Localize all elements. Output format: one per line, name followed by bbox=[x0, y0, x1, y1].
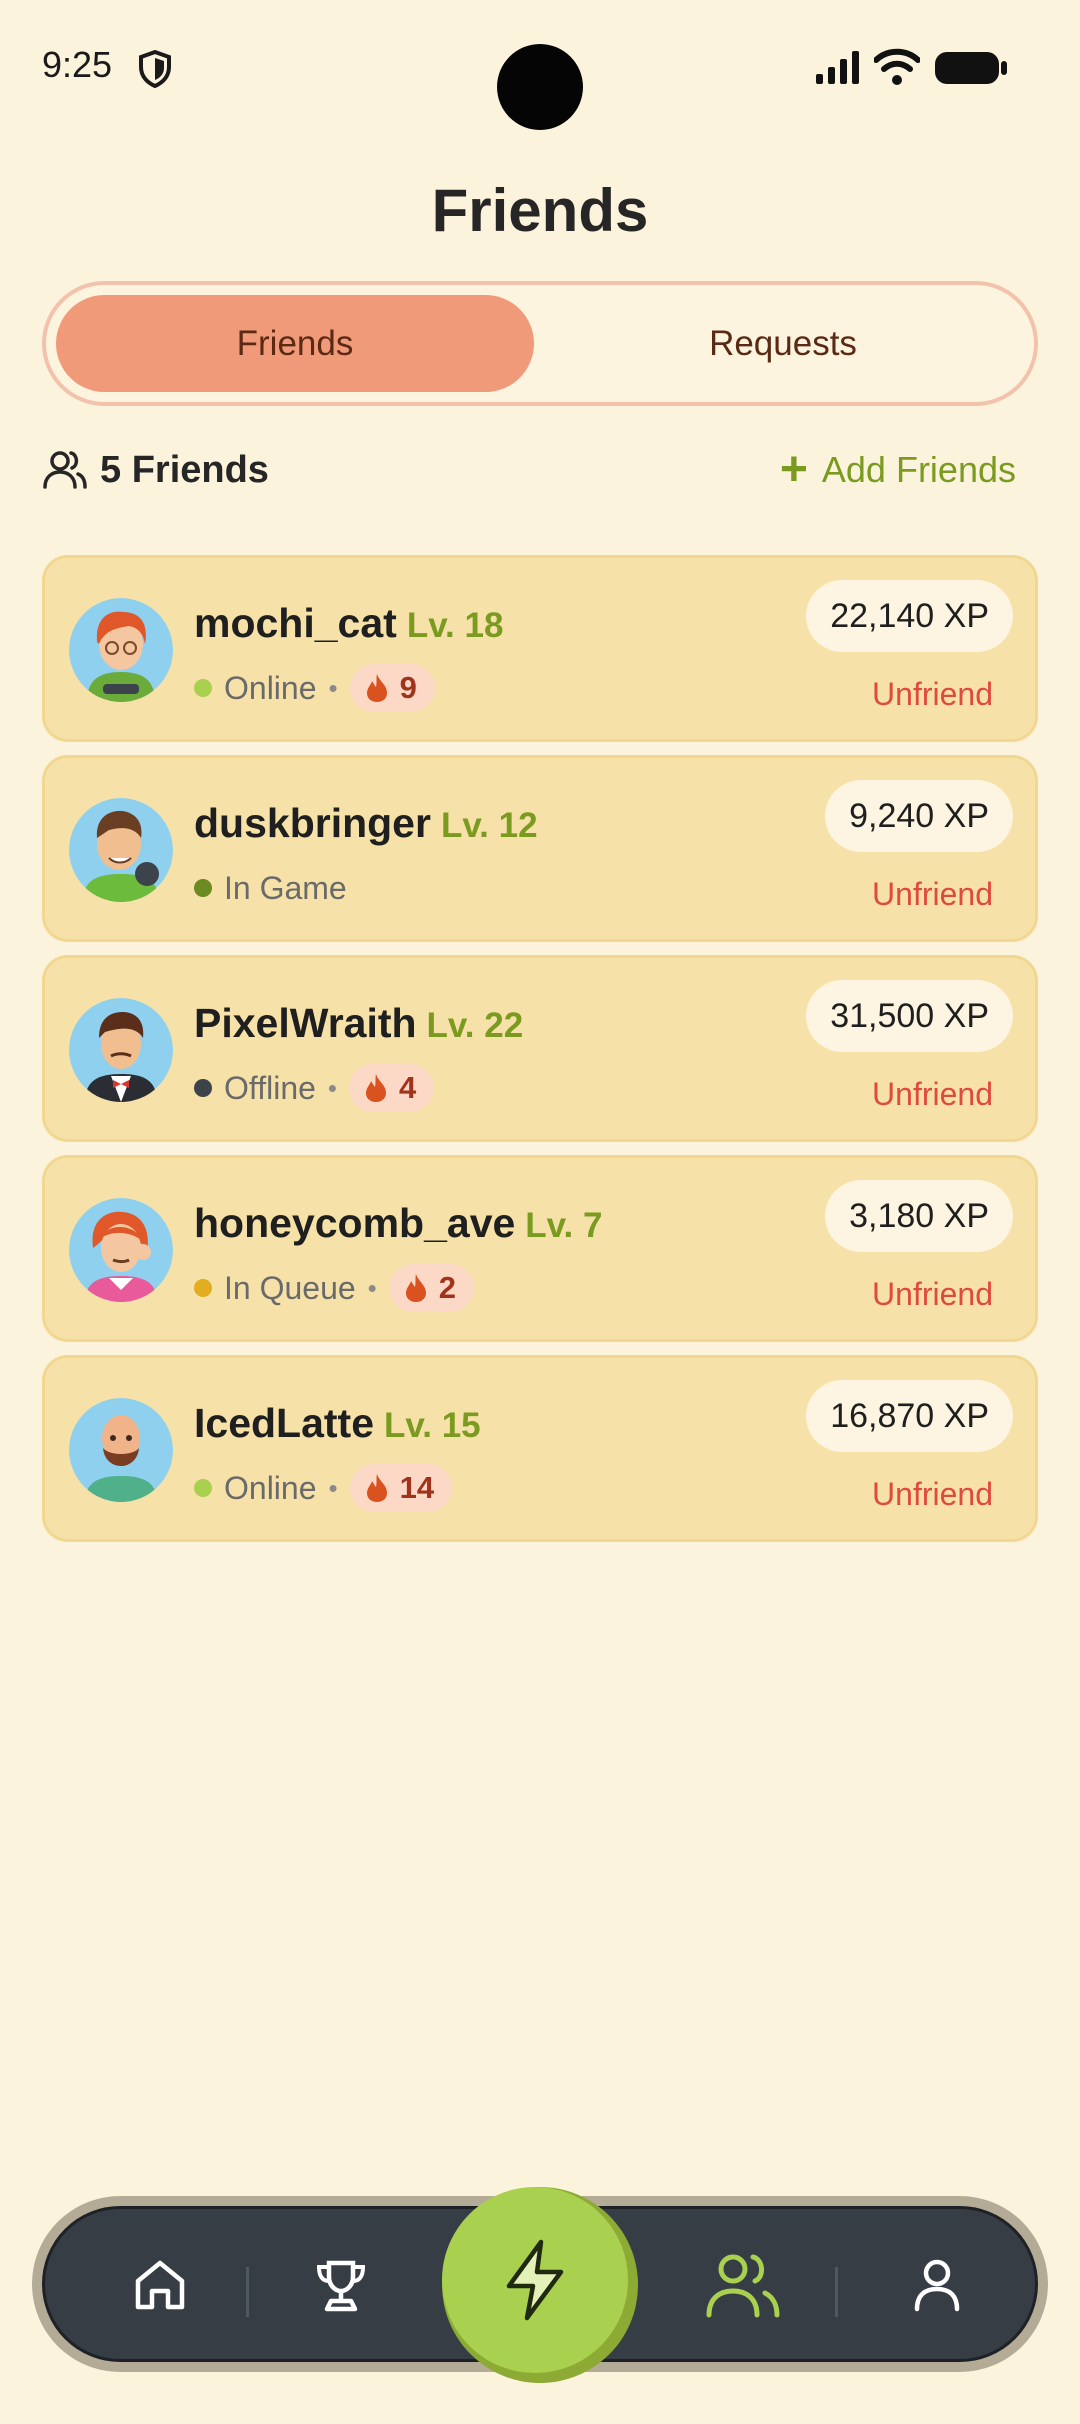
status-dot bbox=[194, 1079, 212, 1097]
streak-count: 2 bbox=[438, 1270, 457, 1305]
flame-icon bbox=[366, 1074, 387, 1102]
friend-level: Lv. 12 bbox=[440, 806, 538, 845]
avatar bbox=[69, 1198, 173, 1302]
tab-requests[interactable]: Requests bbox=[542, 295, 1024, 392]
nav-divider bbox=[246, 2267, 249, 2317]
friend-level: Lv. 7 bbox=[525, 1206, 603, 1245]
status-text: Offline bbox=[224, 1069, 316, 1106]
friend-name: duskbringer bbox=[194, 800, 431, 846]
friend-name: mochi_cat bbox=[194, 600, 397, 646]
streak-count: 9 bbox=[399, 670, 417, 705]
name-line: duskbringer Lv. 12 bbox=[194, 800, 538, 847]
play-button-face bbox=[442, 2187, 628, 2373]
streak-badge: 14 bbox=[349, 1464, 453, 1512]
streak-badge: 4 bbox=[349, 1064, 435, 1112]
streak-count: 14 bbox=[399, 1470, 435, 1505]
nav-profile[interactable] bbox=[895, 2243, 979, 2327]
avatar bbox=[69, 998, 173, 1102]
streak-badge: 2 bbox=[388, 1264, 475, 1312]
battery-icon bbox=[935, 52, 1007, 84]
status-text: In Queue bbox=[224, 1269, 356, 1306]
camera-cutout bbox=[497, 44, 583, 130]
friend-card[interactable]: PixelWraith Lv. 22 Offline • 4 31,500 XP … bbox=[42, 955, 1038, 1142]
unfriend-button[interactable]: Unfriend bbox=[872, 676, 993, 713]
page-title: Friends bbox=[431, 177, 649, 244]
friend-card[interactable]: IcedLatte Lv. 15 Online • 14 16,870 XP Un… bbox=[42, 1355, 1038, 1542]
friend-name: IcedLatte bbox=[194, 1400, 374, 1446]
streak-count: 4 bbox=[399, 1070, 417, 1105]
friends-icon bbox=[706, 2254, 780, 2318]
friends-count: 5 Friends bbox=[100, 448, 269, 491]
separator-dot: • bbox=[328, 672, 338, 703]
friend-card[interactable]: honeycomb_ave Lv. 7 In Queue • 2 3,180 XP… bbox=[42, 1155, 1038, 1342]
friend-card[interactable]: mochi_cat Lv. 18 Online • 9 22,140 XP Unf… bbox=[42, 555, 1038, 742]
friends-count-icon bbox=[43, 451, 87, 489]
status-dot bbox=[194, 679, 212, 697]
friends-summary: 5 Friends bbox=[42, 440, 269, 500]
nav-leaderboard[interactable] bbox=[299, 2243, 383, 2327]
status-dot bbox=[194, 879, 212, 897]
xp-badge: 31,500 XP bbox=[806, 980, 1013, 1052]
wifi-icon bbox=[874, 48, 920, 85]
xp-badge: 9,240 XP bbox=[825, 780, 1013, 852]
streak-badge: 9 bbox=[349, 664, 435, 712]
status-text: In Game bbox=[224, 869, 347, 906]
nav-divider bbox=[835, 2267, 838, 2317]
status-text: Online bbox=[224, 1469, 317, 1506]
avatar bbox=[69, 1398, 173, 1502]
xp-badge: 3,180 XP bbox=[825, 1180, 1013, 1252]
status-bar: 9:25 bbox=[0, 0, 1080, 140]
trophy-icon bbox=[316, 2260, 366, 2312]
name-line: mochi_cat Lv. 18 bbox=[194, 600, 503, 647]
friend-name: PixelWraith bbox=[194, 1000, 417, 1046]
status-time: 9:25 bbox=[42, 44, 113, 85]
status-line: In Queue • 2 bbox=[194, 1264, 475, 1312]
status-dot bbox=[194, 1279, 212, 1297]
friend-name: honeycomb_ave bbox=[194, 1200, 516, 1246]
unfriend-button[interactable]: Unfriend bbox=[872, 1076, 993, 1113]
add-friends-button[interactable]: + Add Friends bbox=[780, 440, 1016, 500]
name-line: PixelWraith Lv. 22 bbox=[194, 1000, 523, 1047]
avatar bbox=[69, 798, 173, 902]
status-line: In Game bbox=[194, 864, 347, 912]
play-button[interactable] bbox=[442, 2187, 638, 2383]
unfriend-button[interactable]: Unfriend bbox=[872, 1476, 993, 1513]
nav-friends[interactable] bbox=[701, 2243, 785, 2327]
flame-icon bbox=[405, 1274, 426, 1302]
friend-level: Lv. 15 bbox=[384, 1406, 481, 1445]
tab-bar: Friends Requests bbox=[42, 281, 1038, 406]
flame-icon bbox=[366, 674, 387, 702]
separator-dot: • bbox=[367, 1272, 377, 1303]
status-line: Online • 14 bbox=[194, 1464, 453, 1512]
unfriend-button[interactable]: Unfriend bbox=[872, 876, 993, 913]
add-friends-label: Add Friends bbox=[821, 449, 1016, 490]
shield-icon bbox=[139, 50, 171, 88]
plus-icon: + bbox=[779, 443, 808, 496]
status-line: Offline • 4 bbox=[194, 1064, 435, 1112]
xp-badge: 22,140 XP bbox=[806, 580, 1013, 652]
flame-icon bbox=[366, 1474, 387, 1502]
friend-card[interactable]: duskbringer Lv. 12 In Game 9,240 XP Unfri… bbox=[42, 755, 1038, 942]
name-line: honeycomb_ave Lv. 7 bbox=[194, 1200, 602, 1247]
signal-icon bbox=[816, 51, 859, 84]
friend-level: Lv. 18 bbox=[406, 606, 504, 645]
avatar bbox=[69, 598, 173, 702]
home-icon bbox=[135, 2260, 185, 2310]
name-line: IcedLatte Lv. 15 bbox=[194, 1400, 481, 1447]
lightning-icon bbox=[506, 2239, 564, 2321]
tab-friends[interactable]: Friends bbox=[56, 295, 534, 392]
status-line: Online • 9 bbox=[194, 664, 435, 712]
separator-dot: • bbox=[328, 1472, 338, 1503]
xp-badge: 16,870 XP bbox=[806, 1380, 1013, 1452]
status-text: Online bbox=[224, 669, 317, 706]
profile-icon bbox=[914, 2259, 960, 2312]
status-dot bbox=[194, 1479, 212, 1497]
nav-home[interactable] bbox=[118, 2243, 202, 2327]
friend-level: Lv. 22 bbox=[426, 1006, 524, 1045]
unfriend-button[interactable]: Unfriend bbox=[872, 1276, 993, 1313]
separator-dot: • bbox=[327, 1072, 338, 1103]
